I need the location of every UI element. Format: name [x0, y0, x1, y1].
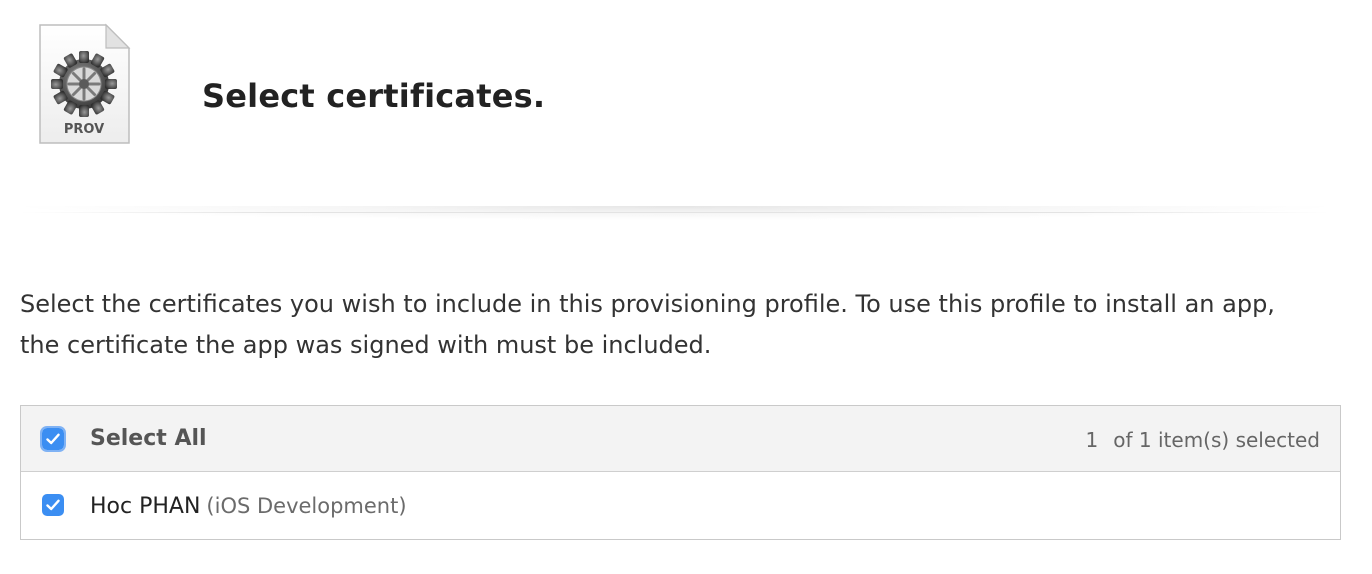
- certificate-list-header: Select All 1 of 1 item(s) selected: [21, 406, 1340, 472]
- select-all-label[interactable]: Select All: [90, 425, 207, 453]
- provisioning-profile-icon: PROV: [36, 22, 132, 146]
- certificate-label[interactable]: Hoc PHAN (iOS Development): [90, 492, 407, 521]
- checkmark-icon: [46, 499, 60, 511]
- select-all-checkbox[interactable]: [40, 426, 66, 452]
- certificate-list: Select All 1 of 1 item(s) selected Hoc PH…: [20, 405, 1341, 540]
- selection-count-suffix: of 1 item(s) selected: [1113, 428, 1320, 452]
- instructions-text: Select the certificates you wish to incl…: [20, 290, 1275, 359]
- selection-count: 1 of 1 item(s) selected: [1086, 427, 1320, 453]
- page-title: Select certificates.: [202, 77, 546, 115]
- selected-count: 1: [1085, 428, 1099, 452]
- section-divider-shadow: [20, 206, 1330, 220]
- prov-icon-label: PROV: [64, 122, 104, 137]
- certificate-name: Hoc PHAN: [90, 494, 201, 519]
- checkmark-icon: [46, 433, 60, 445]
- certificate-type: (iOS Development): [206, 494, 407, 518]
- page-header: PROV Select certificates.: [0, 0, 1372, 200]
- section-divider: [20, 212, 1330, 213]
- certificate-row[interactable]: Hoc PHAN (iOS Development): [21, 472, 1340, 539]
- certificate-checkbox[interactable]: [42, 494, 64, 516]
